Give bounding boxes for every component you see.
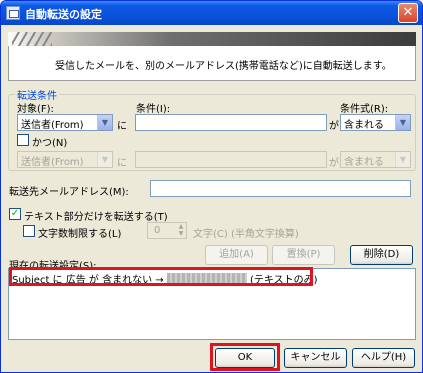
condition-label: 条件(I): [136, 104, 171, 115]
help-button[interactable]: ヘルプ(H) [352, 348, 415, 368]
close-button[interactable]: ✕ [398, 3, 418, 23]
target-select[interactable]: 送信者(From) ▼ [17, 114, 113, 131]
operator-select-value: 含まれる [344, 120, 384, 131]
info-box: 受信したメールを、別のメールアドレス(携帯電話など)に自動転送します。 [8, 46, 416, 81]
chevron-down-icon: ▼ [97, 152, 112, 167]
app-icon [6, 6, 20, 20]
text-only-label: テキスト部分だけを転送する(T) [24, 212, 168, 223]
limit-value: 0 [154, 225, 161, 236]
limit-spinner[interactable]: 0 ▲ ▼ [147, 222, 187, 239]
and-checkbox[interactable]: ✓ [17, 134, 29, 146]
text-only-checkbox[interactable]: ✓ [9, 208, 21, 220]
operator-select-2-value: 含まれる [344, 157, 384, 168]
banner-stripes [12, 32, 52, 46]
spinner-arrows-icon[interactable]: ▲ ▼ [176, 223, 186, 238]
condition-input[interactable] [135, 114, 327, 131]
auto-forward-dialog: 自動転送の設定 ✕ 受信したメールを、別のメールアドレス(携帯電話など)に自動転… [0, 0, 423, 373]
connector-ga-2: が [329, 158, 339, 169]
connector-ni: に [117, 121, 127, 132]
highlight-box-rule [9, 267, 313, 286]
connector-ni-2: に [117, 158, 127, 169]
add-button[interactable]: 追加(A) [205, 245, 268, 265]
target-select-value: 送信者(From) [21, 120, 84, 131]
forward-address-label: 転送先メールアドレス(M): [9, 187, 129, 198]
operator-select-2[interactable]: 含まれる ▼ [340, 151, 411, 168]
target-select-2-value: 送信者(From) [21, 157, 84, 168]
window-title: 自動転送の設定 [25, 8, 102, 21]
target-select-2[interactable]: 送信者(From) ▼ [17, 151, 113, 168]
connector-ga: が [329, 121, 339, 132]
highlight-box-ok [210, 343, 280, 371]
target-label: 対象(F): [17, 104, 54, 115]
limit-unit-label: 文字(C) (半角文字換算) [193, 229, 299, 240]
operator-select[interactable]: 含まれる ▼ [340, 114, 411, 131]
replace-button[interactable]: 置換(P) [272, 245, 335, 265]
header-banner [8, 32, 416, 46]
chevron-down-icon[interactable]: ▼ [395, 115, 410, 130]
chevron-down-icon: ▼ [395, 152, 410, 167]
delete-button[interactable]: 削除(D) [350, 245, 413, 265]
operator-label: 条件式(R): [340, 104, 389, 115]
chevron-down-icon[interactable]: ▼ [97, 115, 112, 130]
condition-input-2[interactable] [135, 151, 327, 168]
limit-label: 文字数制限する(L) [38, 229, 122, 240]
forward-address-input[interactable] [150, 180, 411, 197]
cancel-button[interactable]: キャンセル [284, 348, 347, 368]
and-label: かつ(N) [32, 138, 68, 149]
info-text: 受信したメールを、別のメールアドレス(携帯電話など)に自動転送します。 [55, 61, 392, 72]
title-bar: 自動転送の設定 ✕ [1, 1, 422, 25]
limit-checkbox[interactable]: ✓ [23, 225, 35, 237]
